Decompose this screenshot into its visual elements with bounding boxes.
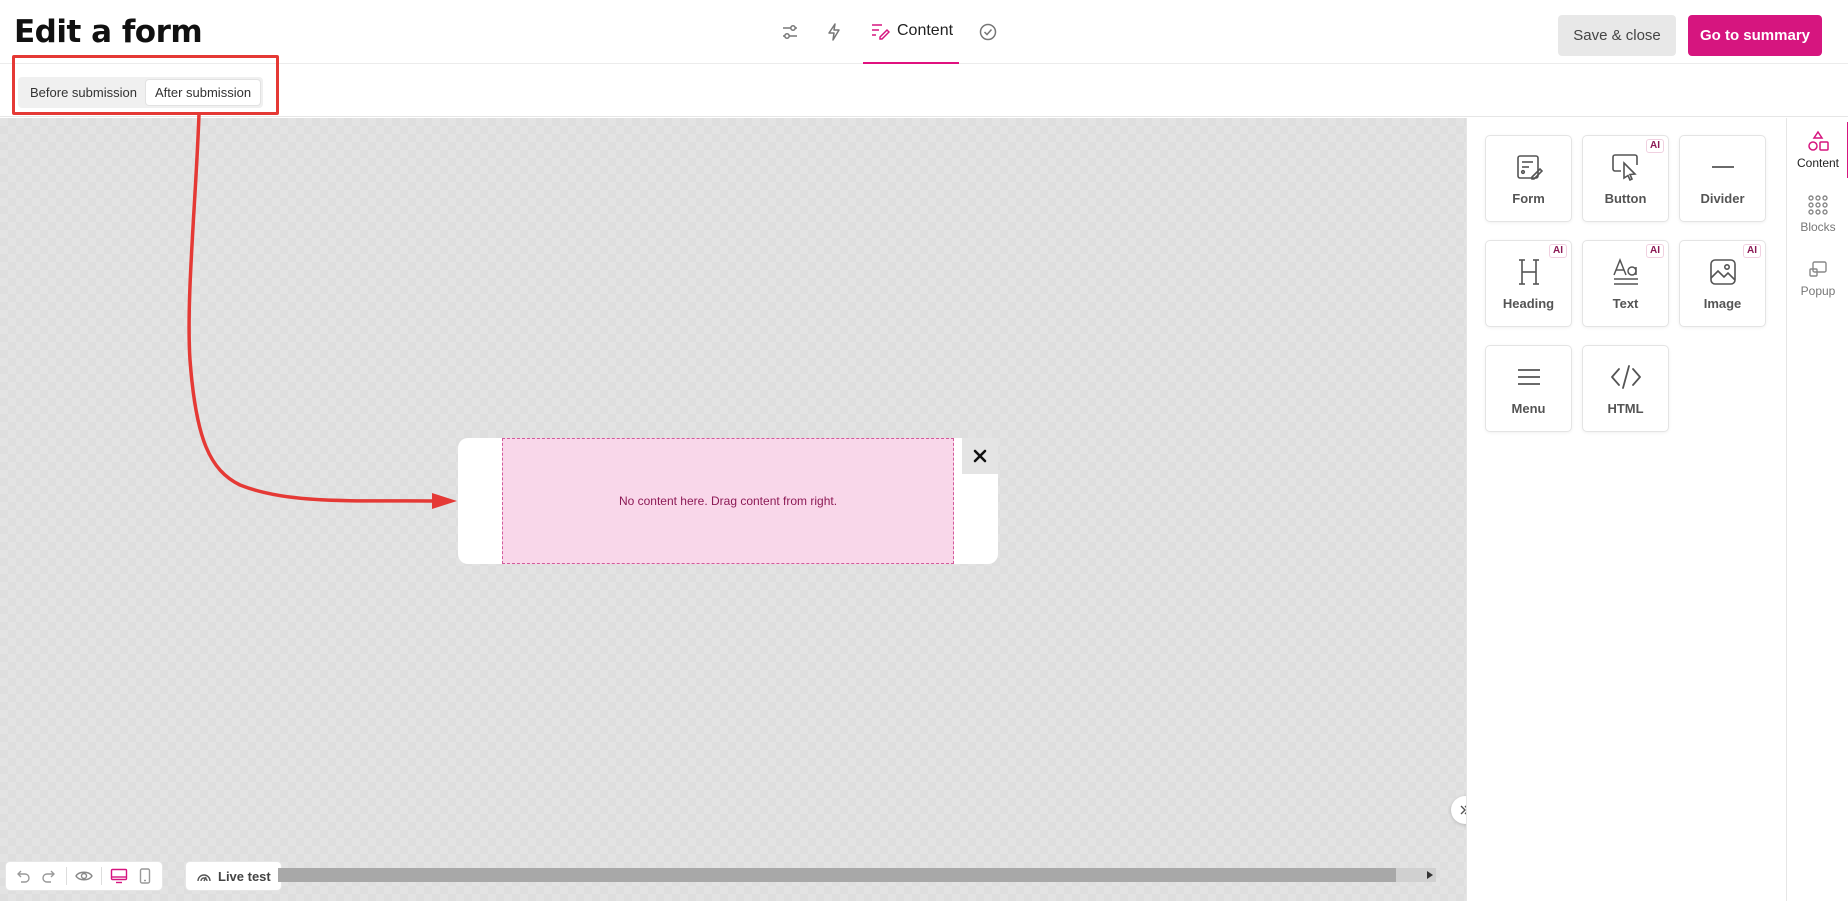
button-cursor-icon	[1611, 151, 1641, 183]
save-close-button[interactable]: Save & close	[1558, 15, 1676, 56]
ai-badge: AI	[1743, 244, 1761, 258]
tile-image[interactable]: AI Image	[1679, 240, 1766, 327]
live-test-icon	[196, 869, 212, 883]
check-circle-icon[interactable]	[973, 17, 1003, 47]
live-test-button[interactable]: Live test	[186, 862, 281, 890]
before-submission-option[interactable]: Before submission	[21, 80, 146, 105]
tile-label: Button	[1604, 191, 1647, 206]
shapes-icon	[1807, 130, 1829, 152]
lightning-icon[interactable]	[819, 17, 849, 47]
form-icon	[1515, 151, 1543, 183]
content-tiles: Form AI Button Divider AI Heading AI Tex…	[1485, 135, 1766, 432]
form-popup-preview: No content here. Drag content from right…	[458, 438, 998, 564]
popup-icon	[1808, 258, 1828, 280]
ai-badge: AI	[1646, 244, 1664, 258]
content-panel: Form AI Button Divider AI Heading AI Tex…	[1466, 118, 1786, 901]
tile-label: HTML	[1607, 401, 1644, 416]
code-icon	[1610, 361, 1642, 393]
step-navigation: Content	[768, 0, 1010, 64]
after-submission-option[interactable]: After submission	[145, 80, 261, 105]
tile-button[interactable]: AI Button	[1582, 135, 1669, 222]
tile-menu[interactable]: Menu	[1485, 345, 1572, 432]
empty-dropzone[interactable]: No content here. Drag content from right…	[502, 438, 954, 564]
toolbar-divider	[101, 867, 102, 885]
tile-text[interactable]: AI Text	[1582, 240, 1669, 327]
tile-label: Form	[1512, 191, 1545, 206]
heading-icon	[1515, 256, 1543, 288]
tile-label: Text	[1612, 296, 1639, 311]
tile-heading[interactable]: AI Heading	[1485, 240, 1572, 327]
page-title: Edit a form	[14, 14, 203, 50]
menu-icon	[1516, 361, 1542, 393]
undo-icon[interactable]	[10, 863, 36, 889]
tile-label: Menu	[1511, 401, 1546, 416]
rail-item-label: Content	[1796, 156, 1840, 170]
content-edit-icon	[869, 16, 891, 46]
tile-form[interactable]: Form	[1485, 135, 1572, 222]
divider-icon	[1709, 151, 1737, 183]
rail-item-label: Popup	[1800, 284, 1836, 298]
tile-html[interactable]: HTML	[1582, 345, 1669, 432]
tile-label: Heading	[1502, 296, 1555, 311]
tab-content-label: Content	[897, 22, 954, 39]
tile-label: Image	[1703, 296, 1742, 311]
editor-canvas: No content here. Drag content from right…	[0, 118, 1466, 901]
ai-badge: AI	[1549, 244, 1567, 258]
tile-label: Divider	[1700, 191, 1745, 206]
rail-item-popup[interactable]: Popup	[1787, 246, 1848, 310]
bottom-toolbar	[6, 862, 162, 890]
live-test-label: Live test	[218, 868, 271, 884]
submission-bar: Before submission After submission	[0, 65, 1848, 117]
desktop-icon[interactable]	[106, 863, 132, 889]
rail-item-blocks[interactable]: Blocks	[1787, 182, 1848, 246]
rail-item-content[interactable]: Content	[1787, 118, 1848, 182]
ai-badge: AI	[1646, 139, 1664, 153]
grid-dots-icon	[1807, 194, 1829, 216]
rail-item-label: Blocks	[1800, 220, 1836, 234]
sliders-icon[interactable]	[775, 17, 805, 47]
text-icon	[1611, 256, 1641, 288]
submission-toggle: Before submission After submission	[18, 77, 264, 108]
scroll-right-arrow-icon[interactable]	[1424, 868, 1436, 882]
go-to-summary-button[interactable]: Go to summary	[1688, 15, 1822, 56]
tile-divider[interactable]: Divider	[1679, 135, 1766, 222]
mobile-icon[interactable]	[132, 863, 158, 889]
app-header: Edit a form Content Save & close Go to s…	[0, 0, 1848, 64]
tab-content[interactable]: Content	[863, 0, 960, 64]
redo-icon[interactable]	[36, 863, 62, 889]
right-rail: Content Blocks Popup	[1786, 118, 1848, 901]
preview-eye-icon[interactable]	[71, 863, 97, 889]
scrollbar-thumb[interactable]	[278, 868, 1396, 882]
close-icon[interactable]	[962, 438, 998, 474]
empty-dropzone-message: No content here. Drag content from right…	[618, 494, 838, 508]
toolbar-divider	[66, 867, 67, 885]
image-icon	[1709, 256, 1737, 288]
